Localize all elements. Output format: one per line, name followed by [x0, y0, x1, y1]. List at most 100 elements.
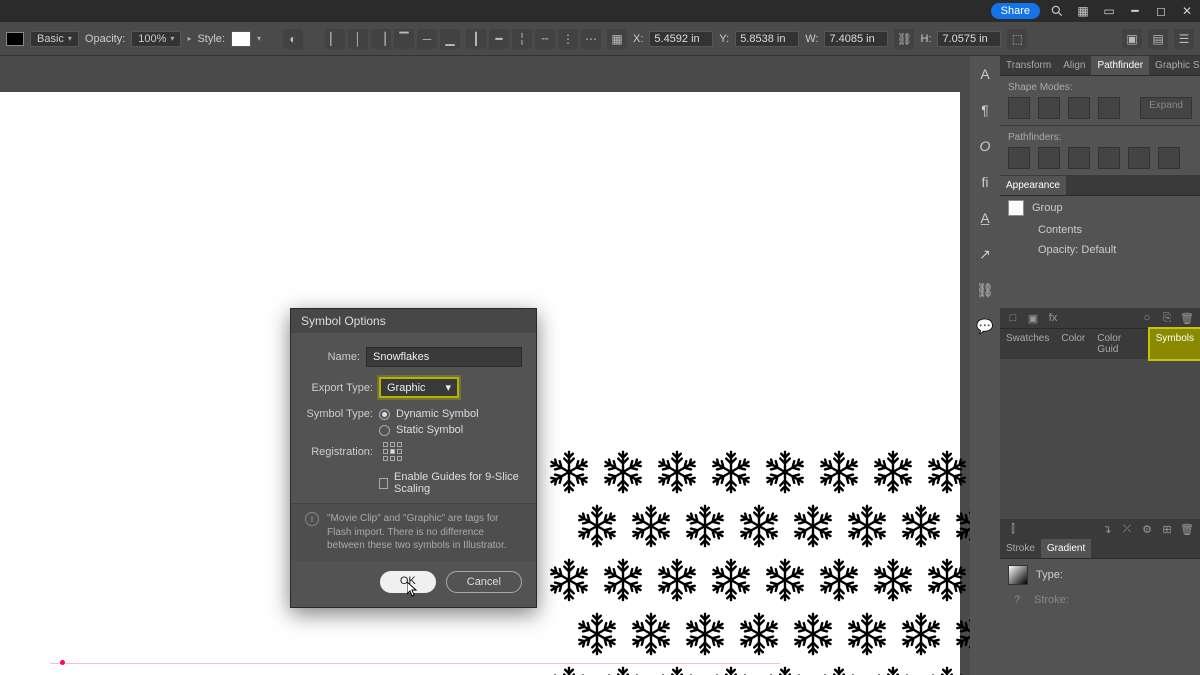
h-field[interactable] — [937, 31, 1001, 47]
align-vcenter-icon[interactable]: ─ — [417, 29, 437, 49]
stroke-grad-3-icon[interactable] — [1125, 592, 1141, 608]
new-stroke-icon[interactable]: ▣ — [1026, 311, 1040, 325]
tab-appearance[interactable]: Appearance — [1000, 176, 1066, 195]
static-radio[interactable] — [379, 425, 390, 436]
trim-icon[interactable] — [1038, 147, 1060, 169]
minimize-icon[interactable]: ━ — [1126, 2, 1144, 20]
registration-grid[interactable] — [383, 442, 402, 461]
dist-v-icon[interactable]: ━ — [489, 29, 509, 49]
intersect-icon[interactable] — [1068, 97, 1090, 119]
appearance-opacity-row[interactable]: Opacity: Default — [1000, 240, 1200, 260]
tab-symbols[interactable]: Symbols — [1150, 329, 1200, 359]
place-symbol-icon[interactable]: ↴ — [1100, 522, 1114, 536]
export-icon[interactable]: ↗ — [975, 244, 995, 264]
opentype-icon[interactable]: O — [975, 136, 995, 156]
dynamic-label: Dynamic Symbol — [396, 408, 479, 420]
w-field[interactable] — [824, 31, 888, 47]
appearance-group-row[interactable]: Group — [1000, 196, 1200, 220]
close-icon[interactable]: ✕ — [1178, 2, 1196, 20]
tab-graphic-styles[interactable]: Graphic S — [1149, 56, 1200, 75]
name-field[interactable] — [366, 347, 522, 367]
maximize-icon[interactable]: ◻ — [1152, 2, 1170, 20]
symbol-type-label: Symbol Type: — [305, 408, 373, 420]
dup-icon[interactable]: ⎘ — [1160, 311, 1174, 325]
type-icon[interactable]: A — [975, 64, 995, 84]
align-to-icon[interactable]: ▤ — [1148, 29, 1168, 49]
dist-hspace-icon[interactable]: ╎ — [512, 29, 532, 49]
gradient-swatch[interactable] — [1008, 565, 1028, 585]
symbol-libraries-icon[interactable]: ⫿ — [1006, 522, 1020, 536]
tab-transform[interactable]: Transform — [1000, 56, 1057, 75]
reference-point-icon[interactable]: ▦ — [607, 29, 627, 49]
edit-gradient-icon[interactable]: ? — [1008, 591, 1026, 609]
minus-front-icon[interactable] — [1038, 97, 1060, 119]
divide-icon[interactable] — [1008, 147, 1030, 169]
gradient-stroke-label: Stroke: — [1034, 594, 1069, 606]
tab-pathfinder[interactable]: Pathfinder — [1091, 56, 1149, 75]
radial-grad-icon[interactable] — [1097, 566, 1115, 584]
dist-vspace-icon[interactable]: ╌ — [535, 29, 555, 49]
stroke-grad-2-icon[interactable] — [1101, 592, 1117, 608]
cancel-button[interactable]: Cancel — [446, 571, 522, 593]
fill-swatch[interactable] — [6, 32, 24, 46]
crop-icon[interactable] — [1098, 147, 1120, 169]
symbol-options-icon[interactable]: ⚙ — [1140, 522, 1154, 536]
trash-icon[interactable]: 🗑 — [1180, 311, 1194, 325]
comments-icon[interactable]: 💬 — [975, 316, 995, 336]
tab-color[interactable]: Color — [1055, 329, 1091, 359]
x-field[interactable] — [649, 31, 713, 47]
align-right-icon[interactable]: ▕ — [371, 29, 391, 49]
tab-swatches[interactable]: Swatches — [1000, 329, 1055, 359]
merge-icon[interactable] — [1068, 147, 1090, 169]
link-wh-icon[interactable]: ⛓ — [894, 29, 914, 49]
new-symbol-icon[interactable]: ⊞ — [1160, 522, 1174, 536]
workspace-icon[interactable]: ▭ — [1100, 2, 1118, 20]
y-field[interactable] — [735, 31, 799, 47]
glyphs-icon[interactable]: fi — [975, 172, 995, 192]
align-bottom-icon[interactable]: ▁ — [440, 29, 460, 49]
dist-3-icon[interactable]: ⋮ — [558, 29, 578, 49]
tab-stroke[interactable]: Stroke — [1000, 539, 1041, 558]
clear-icon[interactable]: ○ — [1140, 311, 1154, 325]
more-options-icon[interactable]: ☰ — [1174, 29, 1194, 49]
break-link-icon[interactable]: ⤫ — [1120, 522, 1134, 536]
fx-icon[interactable]: fx — [1046, 311, 1060, 325]
isolate-icon[interactable]: ▣ — [1122, 29, 1142, 49]
tab-gradient[interactable]: Gradient — [1041, 539, 1091, 558]
align-top-icon[interactable]: ▔ — [394, 29, 414, 49]
arrange-docs-icon[interactable]: ▦ — [1074, 2, 1092, 20]
minus-back-icon[interactable] — [1158, 147, 1180, 169]
stroke-style-select[interactable]: Basic▾ — [30, 31, 79, 47]
tab-color-guide[interactable]: Color Guid — [1091, 329, 1149, 359]
outline-icon[interactable] — [1128, 147, 1150, 169]
appearance-contents-row[interactable]: Contents — [1000, 220, 1200, 240]
unite-icon[interactable] — [1008, 97, 1030, 119]
dynamic-radio[interactable] — [379, 409, 390, 420]
tab-align[interactable]: Align — [1057, 56, 1091, 75]
align-hcenter-icon[interactable]: │ — [348, 29, 368, 49]
style-swatch[interactable] — [231, 31, 251, 47]
shape-options-icon[interactable]: ⬚ — [1007, 29, 1027, 49]
dist-4-icon[interactable]: ⋯ — [581, 29, 601, 49]
share-button[interactable]: Share — [991, 3, 1040, 19]
char-styles-icon[interactable]: A̲ — [975, 208, 995, 228]
links-icon[interactable]: ⛓ — [975, 280, 995, 300]
recolor-icon[interactable]: ◐ — [283, 29, 303, 49]
search-icon[interactable] — [1048, 2, 1066, 20]
expand-chevron-icon[interactable]: ▸ — [187, 34, 191, 43]
paragraph-icon[interactable]: ¶ — [975, 100, 995, 120]
expand-button[interactable]: Expand — [1140, 97, 1192, 119]
new-fill-icon[interactable]: □ — [1006, 311, 1020, 325]
ok-button[interactable]: OK — [380, 571, 436, 593]
export-type-select[interactable]: Graphic▾ — [379, 377, 459, 398]
slice-checkbox[interactable] — [379, 478, 388, 489]
symbols-panel-body[interactable] — [1000, 359, 1200, 519]
linear-grad-icon[interactable] — [1071, 566, 1089, 584]
dist-h-icon[interactable]: ┃ — [466, 29, 486, 49]
freeform-grad-icon[interactable] — [1123, 566, 1141, 584]
stroke-grad-1-icon[interactable] — [1077, 592, 1093, 608]
exclude-icon[interactable] — [1098, 97, 1120, 119]
align-left-icon[interactable]: ▏ — [325, 29, 345, 49]
opacity-select[interactable]: 100%▾ — [131, 31, 181, 47]
delete-symbol-icon[interactable]: 🗑 — [1180, 522, 1194, 536]
